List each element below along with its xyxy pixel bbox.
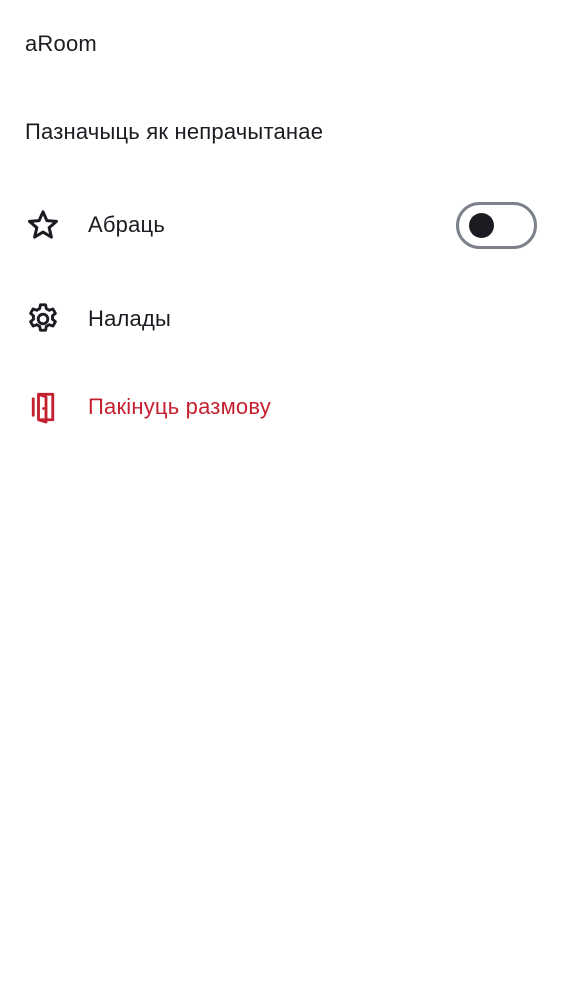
favourite-label: Абраць bbox=[88, 212, 166, 237]
room-context-menu: aRoom Пазначыць як непрачытанае Абраць Н… bbox=[0, 0, 562, 1000]
leave-conversation-item[interactable]: Пакінуць размову bbox=[0, 380, 562, 434]
gear-icon bbox=[25, 301, 61, 337]
room-name-title: aRoom bbox=[25, 31, 97, 56]
settings-label: Налады bbox=[88, 306, 172, 331]
favourite-toggle[interactable] bbox=[456, 202, 537, 249]
leave-conversation-label: Пакінуць размову bbox=[88, 394, 271, 419]
mark-as-unread-label: Пазначыць як непрачытанае bbox=[25, 119, 324, 144]
mark-as-unread-item[interactable]: Пазначыць як непрачытанае bbox=[0, 106, 562, 158]
settings-item[interactable]: Налады bbox=[0, 292, 562, 346]
star-icon bbox=[25, 207, 61, 243]
leave-door-icon bbox=[25, 389, 61, 425]
toggle-knob bbox=[469, 213, 494, 238]
